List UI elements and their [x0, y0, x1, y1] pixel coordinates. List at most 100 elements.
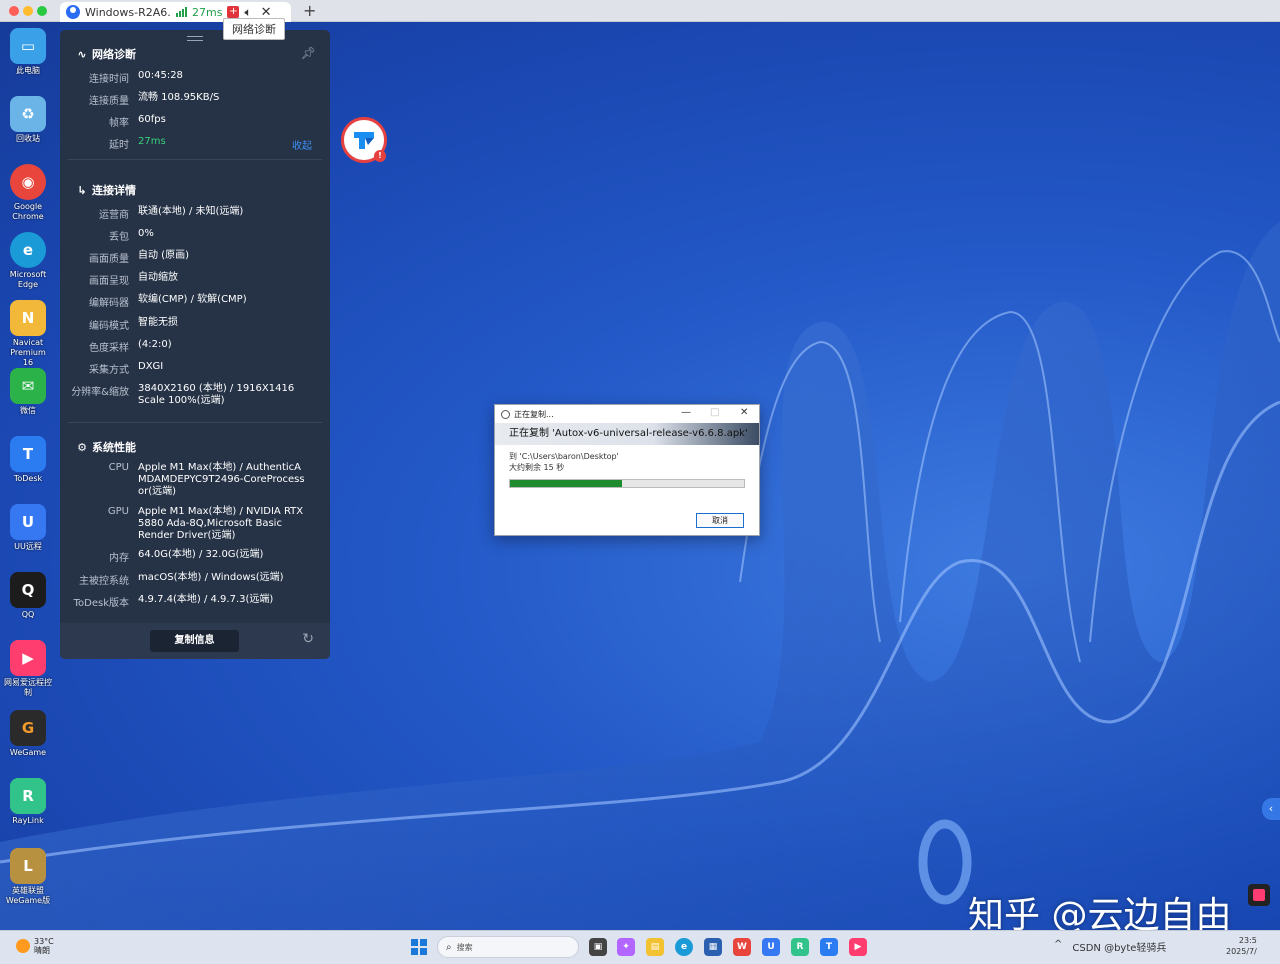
- refresh-icon[interactable]: ↻: [302, 631, 314, 647]
- close-icon[interactable]: ✕: [740, 407, 748, 418]
- taskbar-search[interactable]: ⌕ 搜索: [437, 936, 579, 958]
- store-icon[interactable]: ▦: [704, 938, 722, 956]
- wechat-icon: ✉: [10, 368, 46, 404]
- navicat-icon: N: [10, 300, 46, 336]
- uu-remote-taskbar-icon[interactable]: U: [762, 938, 780, 956]
- search-icon: ⌕: [446, 941, 452, 953]
- info-row: 编码模式 智能无损: [89, 317, 178, 332]
- copy-destination: 到 'C:\Users\baron\Desktop': [509, 452, 619, 461]
- record-icon[interactable]: +: [227, 6, 240, 18]
- info-row: 画面质量 自动 (原画): [89, 250, 189, 265]
- desktop-icon-navicat[interactable]: N Navicat Premium 16: [4, 300, 52, 368]
- info-row: ToDesk版本 4.9.7.4(本地) / 4.9.7.3(远端): [73, 594, 274, 609]
- desktop-icon-qq[interactable]: Q QQ: [4, 572, 52, 620]
- gear-icon: ⚙: [77, 440, 87, 454]
- diagnostics-panel: 📌︎ ∿ 网络诊断 连接时间 00:45:28 连接质量 流畅 108.95KB/S…: [60, 30, 330, 659]
- info-row: 色度采样 (4:2:0): [89, 339, 172, 354]
- user-avatar-icon: [66, 5, 80, 19]
- info-row: 内存 64.0G(本地) / 32.0G(远端): [109, 549, 264, 564]
- info-row: 主被控系统 macOS(本地) / Windows(远端): [79, 572, 284, 587]
- desktop-icon-chrome[interactable]: ◉ Google Chrome: [4, 164, 52, 222]
- desktop-icon-wegame[interactable]: G WeGame: [4, 710, 52, 758]
- progress-fill: [510, 480, 623, 487]
- window-close-button[interactable]: [9, 6, 19, 16]
- recycle-bin-icon: ♻: [10, 96, 46, 132]
- divider: [68, 159, 322, 160]
- copilot-icon[interactable]: ✦: [617, 938, 635, 956]
- side-expand-tab[interactable]: ‹: [1262, 798, 1280, 820]
- weather-widget[interactable]: 33°C 晴朗: [16, 937, 54, 955]
- desktop-icon-recycle-bin[interactable]: ♻ 回收站: [4, 96, 52, 144]
- info-row: 帧率 60fps: [109, 114, 166, 129]
- network-diagnostics-tooltip: 网络诊断: [223, 18, 285, 40]
- drag-handle-icon[interactable]: [187, 36, 203, 41]
- watermark-logo-icon: [1248, 884, 1270, 906]
- desktop-icon-edge[interactable]: e Microsoft Edge: [4, 232, 52, 290]
- raylink-taskbar-icon[interactable]: R: [791, 938, 809, 956]
- network-section-header: ∿ 网络诊断: [77, 47, 136, 62]
- taskview-icon[interactable]: ▣: [589, 938, 607, 956]
- netease-remote-icon: ▶: [10, 640, 46, 676]
- info-row: 分辨率&缩放 3840X2160 (本地) / 1916X1416 Scale 1…: [71, 383, 295, 406]
- todesk-logo-icon: [354, 132, 374, 149]
- edge-icon: e: [10, 232, 46, 268]
- cancel-button[interactable]: 取消: [696, 513, 744, 528]
- league-of-legends-icon: L: [10, 848, 46, 884]
- todesk-taskbar-icon[interactable]: T: [820, 938, 838, 956]
- edge-taskbar-icon[interactable]: e: [675, 938, 693, 956]
- todesk-icon: T: [10, 436, 46, 472]
- desktop-icon-netease-remote[interactable]: ▶ 网易爱远程控制: [4, 640, 52, 698]
- alert-badge-icon: !: [374, 150, 386, 162]
- desktop-icon-league[interactable]: L 英雄联盟WeGame版: [4, 848, 52, 906]
- info-row: CPU Apple M1 Max(本地) / AuthenticAMDAMDEPY…: [108, 462, 305, 497]
- system-tray[interactable]: ^ CSDN @byte轻骑兵: [1054, 939, 1166, 954]
- copy-progress-bar: [509, 479, 745, 488]
- pin-icon[interactable]: 📌︎: [301, 46, 316, 60]
- maximize-icon: □: [710, 407, 720, 418]
- info-row: 延时 27ms: [109, 136, 166, 151]
- todesk-floating-button[interactable]: !: [341, 117, 387, 163]
- new-tab-button[interactable]: +: [303, 1, 316, 20]
- copy-info-button[interactable]: 复制信息: [150, 630, 239, 652]
- info-row: GPU Apple M1 Max(本地) / NVIDIA RTX 5880 Ad…: [107, 506, 304, 541]
- desktop-icon-uu-remote[interactable]: U UU远程: [4, 504, 52, 552]
- dialog-titlebar[interactable]: 正在复制... — □ ✕: [495, 405, 759, 423]
- panel-footer: 复制信息 ↻: [60, 623, 330, 659]
- window-minimize-button[interactable]: [23, 6, 33, 16]
- chevron-up-icon[interactable]: ^: [1054, 939, 1062, 954]
- minimize-icon[interactable]: —: [681, 407, 691, 418]
- wegame-icon: G: [10, 710, 46, 746]
- info-row: 连接时间 00:45:28: [89, 70, 183, 85]
- tray-text: CSDN @byte轻骑兵: [1072, 943, 1167, 954]
- start-button[interactable]: [411, 939, 427, 955]
- computer-icon: ▭: [10, 28, 46, 64]
- info-row: 运营商 联通(本地) / 未知(远端): [99, 206, 244, 221]
- chrome-icon: ◉: [10, 164, 46, 200]
- signal-bars-icon: [176, 7, 187, 17]
- tab-title: Windows-R2A6...: [85, 5, 171, 19]
- qq-icon: Q: [10, 572, 46, 608]
- raylink-icon: R: [10, 778, 46, 814]
- wps-icon[interactable]: W: [733, 938, 751, 956]
- copy-icon: [501, 409, 510, 419]
- sun-icon: [16, 939, 30, 953]
- desktop-icon-todesk[interactable]: T ToDesk: [4, 436, 52, 484]
- time-remaining: 大约剩余 15 秒: [509, 463, 565, 472]
- clock[interactable]: 23:5 2025/7/: [1226, 935, 1257, 957]
- info-row: 编解码器 软编(CMP) / 软解(CMP): [89, 294, 247, 309]
- info-row: 丢包 0%: [109, 228, 154, 243]
- collapse-link[interactable]: 收起: [292, 137, 312, 152]
- file-explorer-icon[interactable]: ▤: [646, 938, 664, 956]
- netease-taskbar-icon[interactable]: ▶: [849, 938, 867, 956]
- info-row: 连接质量 流畅 108.95KB/S: [89, 92, 220, 107]
- copy-progress-dialog: 正在复制... — □ ✕ 正在复制 'Autox-v6-universal-r…: [494, 404, 760, 536]
- connection-arrow-icon: ↳: [77, 183, 87, 197]
- desktop-icon-wechat[interactable]: ✉ 微信: [4, 368, 52, 416]
- window-maximize-button[interactable]: [37, 6, 47, 16]
- taskbar: 33°C 晴朗 ⌕ 搜索 ▣ ✦ ▤ e ▦ W U R T ▶ ^ CSDN @…: [0, 930, 1280, 964]
- details-section-header: ↳ 连接详情: [77, 183, 136, 198]
- desktop-icon-raylink[interactable]: R RayLink: [4, 778, 52, 826]
- window-tab-bar: Windows-R2A6... 27ms + 🔈︎ ✕ +: [0, 0, 1280, 22]
- watermark-text: 知乎 @云边自由: [968, 895, 1232, 930]
- desktop-icon-this-pc[interactable]: ▭ 此电脑: [4, 28, 52, 76]
